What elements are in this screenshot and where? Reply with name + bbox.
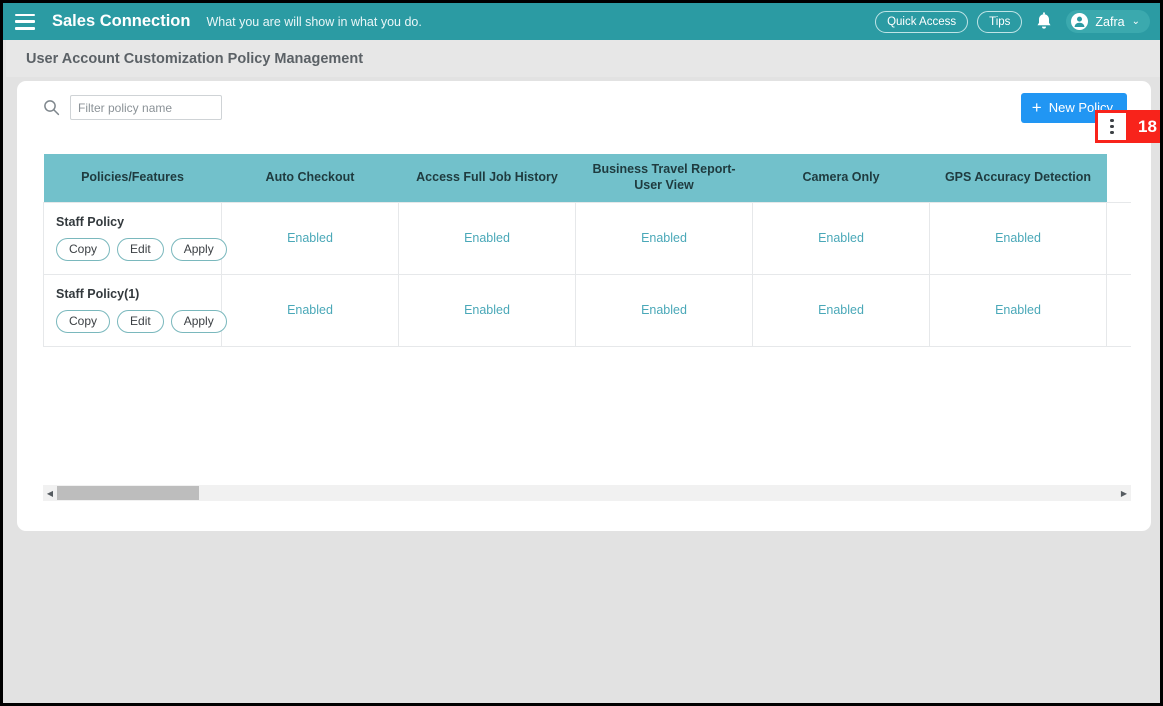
- column-header-access-full-job-history[interactable]: Access Full Job History: [398, 154, 576, 202]
- hamburger-menu-icon[interactable]: [15, 13, 35, 30]
- policy-filter-input[interactable]: [70, 95, 222, 120]
- table-toolbar: + New Policy 18: [17, 81, 1160, 143]
- policy-row-actions: Copy Edit Apply: [56, 310, 227, 333]
- cell-auto-checkout: Enabled: [221, 273, 399, 347]
- column-header-auto-checkout[interactable]: Auto Checkout: [221, 154, 399, 202]
- cell-camera-only: Enabled: [752, 201, 930, 275]
- apply-button[interactable]: Apply: [170, 310, 227, 333]
- policy-name-label: Staff Policy(1): [56, 287, 140, 301]
- policy-filter-group: [43, 95, 222, 120]
- policy-table-scroll-area: Policies/Features Auto Checkout Access F…: [43, 154, 1131, 444]
- policy-name-cell: Staff Policy Copy Edit Apply: [43, 201, 227, 275]
- policy-management-card: + New Policy 18: [17, 81, 1160, 531]
- app-tagline: What you are will show in what you do.: [206, 14, 422, 29]
- search-icon: [43, 99, 60, 116]
- user-name-label: Zafra: [1095, 14, 1125, 29]
- cell-camera-only: Enabled: [752, 273, 930, 347]
- top-bar-actions: Quick Access Tips Zafra ⌄: [875, 10, 1150, 33]
- policy-row-actions: Copy Edit Apply: [56, 238, 227, 261]
- column-header-overflow: [1106, 154, 1131, 202]
- table-row: Staff Policy Copy Edit Apply Enabled Ena…: [43, 201, 1131, 275]
- policy-name-cell: Staff Policy(1) Copy Edit Apply: [43, 273, 227, 347]
- quick-access-button[interactable]: Quick Access: [875, 10, 969, 33]
- cell-overflow: [1106, 201, 1131, 275]
- cell-business-travel-report-user-view: Enabled: [575, 273, 753, 347]
- column-header-gps-accuracy-detection[interactable]: GPS Accuracy Detection: [929, 154, 1107, 202]
- step-annotation-badge: 18: [1127, 110, 1160, 143]
- edit-button[interactable]: Edit: [117, 310, 164, 333]
- page-title: User Account Customization Policy Manage…: [26, 50, 364, 67]
- cell-access-full-job-history: Enabled: [398, 201, 576, 275]
- user-avatar-icon: [1071, 13, 1089, 30]
- column-header-business-travel-report-user-view[interactable]: Business Travel Report-User View: [575, 154, 753, 202]
- scrollbar-thumb[interactable]: [57, 486, 199, 500]
- table-options-kebab-button[interactable]: [1095, 110, 1129, 143]
- cell-overflow: [1106, 273, 1131, 347]
- cell-access-full-job-history: Enabled: [398, 273, 576, 347]
- scrollbar-track[interactable]: [57, 485, 1117, 501]
- bell-icon[interactable]: [1034, 11, 1054, 33]
- copy-button[interactable]: Copy: [56, 310, 111, 333]
- scroll-right-arrow-icon[interactable]: ▶: [1117, 485, 1131, 501]
- policy-table: Policies/Features Auto Checkout Access F…: [43, 154, 1131, 347]
- vertical-dots-icon: [1110, 118, 1114, 135]
- tips-button[interactable]: Tips: [977, 10, 1023, 33]
- page-title-bar: User Account Customization Policy Manage…: [6, 40, 1160, 77]
- cell-gps-accuracy-detection: Enabled: [929, 201, 1107, 275]
- table-horizontal-scrollbar[interactable]: ◀ ▶: [43, 485, 1131, 501]
- apply-button[interactable]: Apply: [170, 238, 227, 261]
- app-brand-title: Sales Connection: [52, 12, 191, 30]
- cell-business-travel-report-user-view: Enabled: [575, 201, 753, 275]
- top-navigation-bar: Sales Connection What you are will show …: [3, 3, 1160, 40]
- column-header-camera-only[interactable]: Camera Only: [752, 154, 930, 202]
- copy-button[interactable]: Copy: [56, 238, 111, 261]
- cell-gps-accuracy-detection: Enabled: [929, 273, 1107, 347]
- table-header-row: Policies/Features Auto Checkout Access F…: [43, 154, 1131, 202]
- table-row: Staff Policy(1) Copy Edit Apply Enabled …: [43, 273, 1131, 347]
- plus-icon: +: [1031, 98, 1042, 117]
- cell-auto-checkout: Enabled: [221, 201, 399, 275]
- app-window: Sales Connection What you are will show …: [0, 0, 1163, 706]
- policy-name-label: Staff Policy: [56, 215, 125, 229]
- edit-button[interactable]: Edit: [117, 238, 164, 261]
- user-menu[interactable]: Zafra ⌄: [1066, 10, 1150, 33]
- scroll-left-arrow-icon[interactable]: ◀: [43, 485, 57, 501]
- column-header-policies-features[interactable]: Policies/Features: [43, 154, 222, 202]
- chevron-down-icon: ⌄: [1131, 15, 1140, 27]
